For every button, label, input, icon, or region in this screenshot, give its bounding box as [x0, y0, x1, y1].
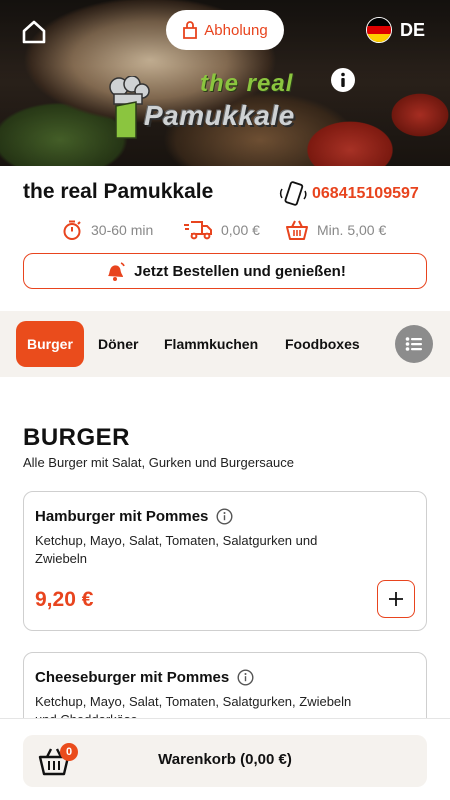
- home-button[interactable]: [20, 18, 48, 46]
- product-name: Cheeseburger mit Pommes: [35, 669, 230, 686]
- restaurant-info-button[interactable]: [330, 67, 356, 93]
- list-icon: [405, 337, 422, 351]
- bell-icon: [108, 262, 125, 281]
- german-flag-icon: [366, 17, 392, 43]
- category-bar: Burger Döner Flammkuchen Foodboxes: [0, 311, 450, 377]
- pickup-label: Abholung: [204, 21, 268, 39]
- cart-label: Warenkorb (0,00 €): [158, 751, 292, 768]
- category-list-button[interactable]: [395, 325, 433, 363]
- delivery-fee-text: 0,00 €: [221, 222, 260, 238]
- bag-icon: [183, 21, 198, 39]
- product-card-hamburger[interactable]: Hamburger mit Pommes Ketchup, Mayo, Sala…: [23, 491, 427, 631]
- home-icon: [22, 20, 46, 44]
- restaurant-name: the real Pamukkale: [23, 180, 214, 203]
- order-now-label: Jetzt Bestellen und genießen!: [134, 262, 346, 280]
- min-order-info: Min. 5,00 €: [285, 219, 386, 241]
- delivery-truck-icon: [184, 221, 212, 240]
- product-description: Ketchup, Mayo, Salat, Tomaten, Salatgurk…: [35, 533, 318, 566]
- category-tab-flammkuchen[interactable]: Flammkuchen: [164, 321, 258, 367]
- product-name: Hamburger mit Pommes: [35, 508, 209, 525]
- min-order-text: Min. 5,00 €: [317, 222, 387, 238]
- product-title-row: Hamburger mit Pommes: [35, 508, 233, 525]
- basket-icon: [286, 220, 308, 240]
- phone-link[interactable]: 068415109597: [278, 180, 419, 208]
- category-tab-foodboxes[interactable]: Foodboxes: [285, 321, 360, 367]
- category-tab-burger[interactable]: Burger: [16, 321, 84, 367]
- delivery-fee-info: 0,00 €: [183, 219, 260, 241]
- prep-time-info: 30-60 min: [61, 219, 153, 241]
- phone-icon: [279, 181, 307, 206]
- pickup-toggle-button[interactable]: Abholung: [166, 10, 284, 50]
- phone-number: 068415109597: [312, 185, 419, 202]
- logo-text-top: the real: [200, 70, 294, 97]
- section-description: Alle Burger mit Salat, Gurken und Burger…: [23, 455, 294, 470]
- section-title: BURGER: [23, 424, 131, 451]
- hero-banner: Abholung DE the real Pamukkale: [0, 0, 450, 166]
- cart-button[interactable]: 0 Warenkorb (0,00 €): [23, 735, 427, 787]
- restaurant-logo: the real Pamukkale: [106, 70, 328, 144]
- info-icon: [331, 68, 355, 92]
- order-now-button[interactable]: Jetzt Bestellen und genießen!: [23, 253, 427, 289]
- timer-icon: [63, 220, 81, 240]
- info-icon[interactable]: [216, 508, 233, 525]
- product-title-row: Cheeseburger mit Pommes: [35, 669, 254, 686]
- language-code: DE: [400, 19, 426, 40]
- product-price: 9,20 €: [35, 588, 94, 611]
- plus-icon: [389, 592, 403, 606]
- bottom-cart-bar: 0 Warenkorb (0,00 €): [0, 718, 450, 800]
- category-tab-doener[interactable]: Döner: [98, 321, 138, 367]
- prep-time-text: 30-60 min: [91, 222, 154, 238]
- info-icon[interactable]: [237, 669, 254, 686]
- add-to-cart-button[interactable]: [377, 580, 415, 618]
- language-selector[interactable]: DE: [366, 17, 425, 43]
- logo-text-bottom: Pamukkale: [144, 100, 295, 131]
